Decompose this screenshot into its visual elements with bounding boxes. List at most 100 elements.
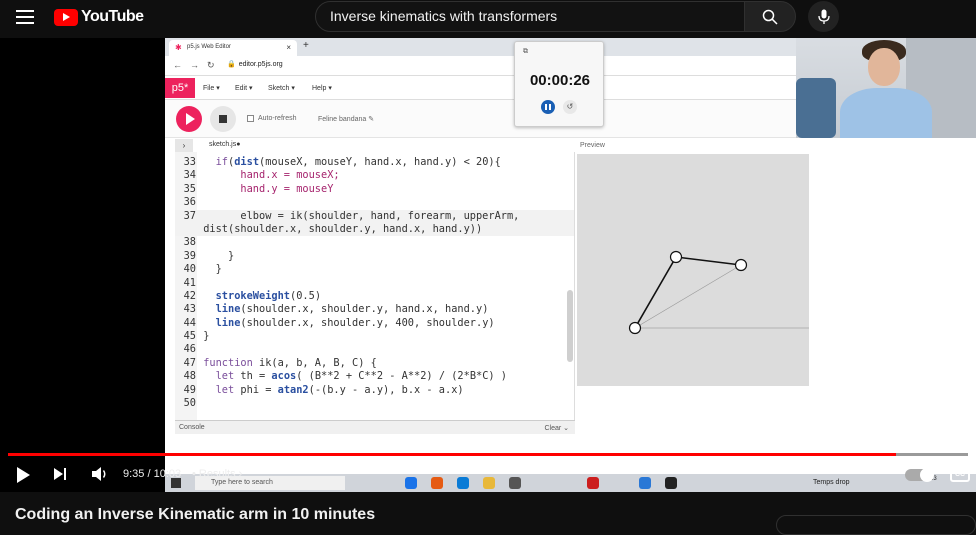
code-token: } [203,330,210,343]
code-line: 40 } [175,263,574,276]
code-line: 50 [175,397,574,410]
checkbox-icon [247,115,254,122]
microphone-icon [817,9,830,24]
pause-icon [541,100,555,114]
code-token: (-(b.y - a.y), b.x - a.x) [308,383,464,396]
code-token: function [203,356,253,369]
code-token: line [215,316,241,329]
webcam-chair [796,78,836,138]
line-number: 41 [183,276,196,289]
chapter-button[interactable]: • Results › [192,468,242,480]
line-number: 50 [183,397,196,410]
preview-label: Preview [580,142,605,149]
forearm-segment [675,256,742,266]
comment-chip[interactable] [776,515,976,535]
code-line: 38 [175,236,574,249]
line-number: 39 [183,249,196,262]
code-line: 37 elbow = ik(shoulder, hand, forearm, u… [175,209,574,223]
search-icon [762,9,778,25]
nav-arrows-icon: ←→↻ [173,60,223,70]
volume-icon[interactable] [91,466,109,482]
run-button [176,106,202,132]
captions-button[interactable]: CC [950,467,970,482]
line-number: 34 [183,169,196,182]
p5-logo: p5* [165,78,195,98]
code-token: } [203,249,235,262]
code-line: dist(shoulder.x, shoulder.y, hand.x, han… [175,222,574,237]
tab-title: p5.js Web Editor [187,44,231,50]
p5-favicon-icon: ✱ [175,43,182,52]
voice-search-button[interactable] [808,1,839,32]
line-number: 43 [183,303,196,316]
autoplay-toggle[interactable] [905,468,934,482]
search-button[interactable] [744,1,796,32]
preview-canvas [577,154,809,386]
menu-file: File ▾ [203,85,220,92]
hand-joint [734,258,748,272]
code-line: 45 } [175,330,574,343]
code-line: 35 hand.y = mouseY [175,182,574,196]
webcam-person-head [868,48,900,86]
line-number: 38 [183,236,196,249]
editor-scrollbar [567,290,573,362]
line-number: 42 [183,289,196,302]
webcam-person-body [840,88,932,138]
console-bar: Console Clear ⌄ [175,420,575,434]
code-line: 48 let th = acos( (B**2 + C**2 - A**2) /… [175,370,574,383]
elbow-joint [669,250,683,264]
line-number: 48 [183,370,196,383]
next-video-icon[interactable] [53,467,67,481]
youtube-logo[interactable]: YouTube [54,8,144,26]
masthead: YouTube Inverse kinematics with transfor… [0,0,976,38]
file-tab: sketch.js● [209,141,241,148]
browser-tab: ✱ p5.js Web Editor × [169,40,297,56]
video-player[interactable]: ✱ p5.js Web Editor × + ←→↻ 🔒 editor.p5js.… [0,38,976,492]
auto-refresh-label: Auto-refresh [258,115,297,122]
line-number: 40 [183,263,196,276]
url-text: editor.p5js.org [238,61,283,68]
reset-icon: ↺ [563,100,577,114]
code-line: 47 function ik(a, b, A, B, C) { [175,356,574,370]
webcam-overlay [796,38,976,138]
line-number: 35 [183,182,196,195]
progress-played [8,453,896,456]
youtube-play-icon [54,8,78,26]
code-token: acos [271,370,297,383]
code-editor: 33 if(dist(mouseX, mouseY, hand.x, hand.… [175,152,575,420]
code-line: 36 [175,196,574,209]
line-number: 33 [183,156,196,168]
console-label: Console [179,424,205,431]
code-token: th = [234,370,272,383]
timer-widget: ⧉ 00:00:26 ↺ [514,41,604,127]
menu-icon[interactable] [16,10,34,24]
code-line: 33 if(dist(mouseX, mouseY, hand.x, hand.… [175,156,574,169]
stop-button [210,106,236,132]
url-field: 🔒 editor.p5js.org [227,60,283,68]
code-token: } [203,263,222,276]
search-input[interactable]: Inverse kinematics with transformers [315,1,745,32]
video-frame: ✱ p5.js Web Editor × + ←→↻ 🔒 editor.p5js.… [165,38,976,492]
code-token: line [215,303,241,316]
play-button[interactable] [17,467,30,483]
line-number: 36 [183,196,196,209]
console-clear: Clear ⌄ [544,425,569,432]
code-line: 43 line(shoulder.x, shoulder.y, hand.x, … [175,303,574,316]
code-token: dist [234,156,260,168]
console-clear-text: Clear [544,425,562,432]
code-token: elbow = ik(shoulder, hand, forearm, uppe… [203,209,520,222]
progress-bar[interactable] [8,453,968,456]
code-token: ik(a, b, A, B, C) { [252,356,377,369]
code-token: (shoulder.x, shoulder.y, hand.x, hand.y) [240,303,489,316]
code-token: hand.y = mouseY [240,182,334,195]
line-number: 37 [183,209,196,222]
logo-text: YouTube [81,8,144,25]
code-token: strokeWeight [215,289,291,302]
code-token: hand.x = mouseX; [240,169,340,182]
code-token: (shoulder.x, shoulder.y, 400, shoulder.y… [240,316,495,329]
ik-arm-drawing [628,250,809,335]
pin-icon: ⧉ [523,48,528,55]
